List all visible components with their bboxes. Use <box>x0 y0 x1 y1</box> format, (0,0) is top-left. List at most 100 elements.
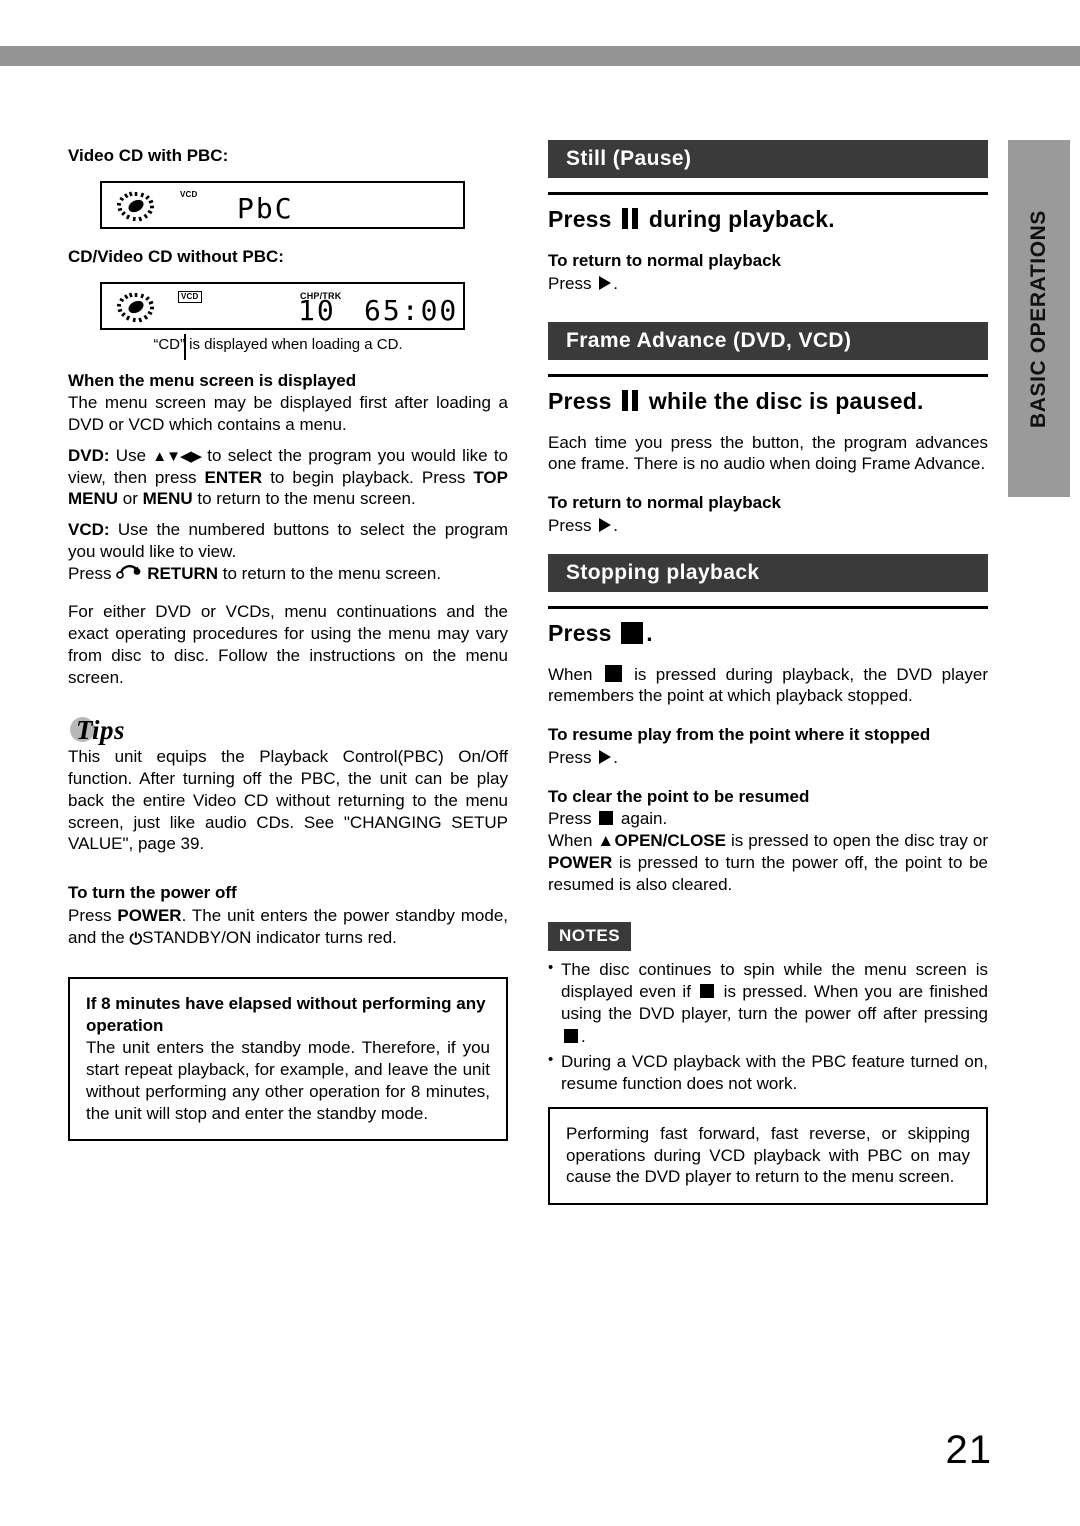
frame-advance-return-body: Press . <box>548 515 988 537</box>
tips-heading: Tips <box>68 715 508 745</box>
clear-line2-pre: When <box>548 831 598 850</box>
vfd-caption: “CD” is displayed when loading a CD. <box>153 335 403 353</box>
page-number: 21 <box>945 1428 992 1472</box>
dvd-text-1: Use <box>109 445 153 465</box>
section-rule <box>548 192 988 195</box>
return-button-label: RETURN <box>147 563 219 583</box>
frame-advance-press-text: Press <box>548 515 597 535</box>
frame-advance-lead: Press while the disc is paused. <box>548 388 988 415</box>
pause-icon <box>621 389 639 411</box>
eight-minutes-note-box: If 8 minutes have elapsed without perfor… <box>68 976 508 1142</box>
heading-clear-resume-point: To clear the point to be resumed <box>548 786 810 806</box>
power-button-label: POWER <box>117 905 182 925</box>
clear-press-text: Press <box>548 809 597 829</box>
frame-advance-body: Each time you press the button, the prog… <box>548 432 988 474</box>
power-off-text-1: Press <box>68 905 118 925</box>
top-rule-bar <box>0 46 1080 66</box>
still-pause-press-post: . <box>613 273 618 293</box>
dvd-text-4: or <box>118 489 143 509</box>
vcd-label: VCD: <box>68 520 110 539</box>
vcd-text-1: Use the numbered buttons to select the p… <box>68 520 508 561</box>
notes-list: The disc continues to spin while the men… <box>548 958 988 1095</box>
resume-press-text: Press <box>548 747 597 767</box>
vcd-instruction-paragraph: VCD: Use the numbered buttons to select … <box>68 519 508 563</box>
power-off-text-3: indicator turns red. <box>251 927 397 947</box>
dvd-text-5: to return to the menu screen. <box>192 489 416 509</box>
note-item: The disc continues to spin while the men… <box>548 958 988 1047</box>
spinning-disc-icon <box>116 191 154 222</box>
section-rule <box>548 605 988 609</box>
pbc-warning-box: Performing fast forward, fast reverse, o… <box>548 1106 988 1206</box>
clear-resume-line2: When ▲OPEN/CLOSE is pressed to open the … <box>548 830 988 895</box>
heading-return-normal-playback-1: To return to normal playback <box>548 251 782 270</box>
note-item: During a VCD playback with the PBC featu… <box>548 1050 988 1095</box>
stop-icon <box>604 664 622 682</box>
stopping-lead-pre: Press <box>548 619 619 646</box>
section-header-frame-advance: Frame Advance (DVD, VCD) <box>548 321 988 360</box>
pause-icon <box>621 208 639 229</box>
vfd-time-value: 65:00 <box>364 293 459 327</box>
section-header-stopping-playback: Stopping playback <box>548 553 988 592</box>
menu-closing-paragraph: For either DVD or VCDs, menu continuatio… <box>68 602 508 687</box>
resume-play-body: Press . <box>548 747 988 769</box>
heading-video-cd-with-pbc: Video CD with PBC: <box>68 146 229 165</box>
clear-press-post: again. <box>616 809 668 829</box>
still-pause-lead: Press during playback. <box>548 206 988 233</box>
heading-cd-without-pbc: CD/Video CD without PBC: <box>68 246 284 266</box>
play-icon <box>599 749 612 764</box>
pbc-warning-body: Performing fast forward, fast reverse, o… <box>566 1123 970 1187</box>
play-icon <box>599 517 612 532</box>
heading-return-normal-playback-2: To return to normal playback <box>548 493 782 512</box>
vfd-display-pbc: VCD PbC <box>100 180 465 229</box>
stop-icon <box>599 811 614 826</box>
vfd-segment-text: PbC <box>237 191 294 225</box>
power-off-body: Press POWER. The unit enters the power s… <box>68 905 508 950</box>
stopping-playback-lead: Press . <box>548 620 988 647</box>
eight-minutes-body: The unit enters the standby mode. Theref… <box>86 1038 490 1123</box>
power-button-label-2: POWER <box>548 852 613 872</box>
return-icon <box>116 564 146 581</box>
frame-advance-press-post: . <box>613 515 618 535</box>
vfd-display-no-pbc: VCD CHP/TRK 10 65:00 <box>100 281 465 360</box>
standby-indicator-label: STANDBY/ON <box>142 927 252 947</box>
dvd-text-3: to begin playback. Press <box>262 467 474 487</box>
spinning-disc-icon <box>116 292 154 322</box>
standby-power-icon: ⏻ <box>129 930 143 948</box>
section-header-still-pause: Still (Pause) <box>548 140 988 178</box>
still-pause-press-text: Press <box>548 273 597 293</box>
section-rule <box>548 373 988 377</box>
clear-line2-post: is pressed to turn the power off, the po… <box>548 852 988 894</box>
stop-icon <box>564 1028 578 1043</box>
tips-title: Tips <box>76 715 125 746</box>
vfd-chapter-value: 10 <box>298 293 336 327</box>
menu-button-label: MENU <box>142 489 193 509</box>
menu-screen-intro: The menu screen may be displayed first a… <box>68 393 508 434</box>
vfd-disc-type-tag: VCD <box>180 189 198 199</box>
stop-icon <box>621 621 644 644</box>
play-icon <box>599 275 612 290</box>
notes-tag: NOTES <box>548 922 632 952</box>
right-column: Still (Pause) Press during playback. To … <box>548 140 988 1206</box>
vcd-press-text: Press <box>68 563 117 583</box>
direction-arrows-icon: ▲▼◀▶ <box>152 447 202 465</box>
dvd-label: DVD: <box>68 445 110 465</box>
clear-resume-line1: Press again. <box>548 808 988 830</box>
heading-eight-minutes: If 8 minutes have elapsed without perfor… <box>86 993 486 1035</box>
heading-menu-screen-displayed: When the menu screen is displayed <box>68 370 357 390</box>
dvd-instruction-paragraph: DVD: Use ▲▼◀▶ to select the program you … <box>68 445 508 510</box>
left-column: Video CD with PBC: VCD PbC CD/Video CD w… <box>68 145 508 1142</box>
heading-resume-play: To resume play from the point where it s… <box>548 725 931 744</box>
clear-line2-mid: is pressed to open the disc tray or <box>725 831 988 850</box>
tips-body: This unit equips the Playback Control(PB… <box>68 747 508 854</box>
note1-post: . <box>581 1026 586 1046</box>
frame-advance-lead-post: while the disc is paused. <box>642 387 924 414</box>
enter-button-label: ENTER <box>204 467 263 487</box>
frame-advance-lead-pre: Press <box>548 387 619 414</box>
stopping-body-pre: When <box>548 664 602 684</box>
stopping-playback-body: When is pressed during playback, the DVD… <box>548 664 988 708</box>
side-tab-label: BASIC OPERATIONS <box>1027 209 1050 428</box>
still-pause-return-body: Press . <box>548 273 988 295</box>
stop-icon <box>700 984 715 999</box>
vcd-return-paragraph: Press RETURN to return to the menu scree… <box>68 563 508 585</box>
heading-turn-power-off: To turn the power off <box>68 883 237 902</box>
